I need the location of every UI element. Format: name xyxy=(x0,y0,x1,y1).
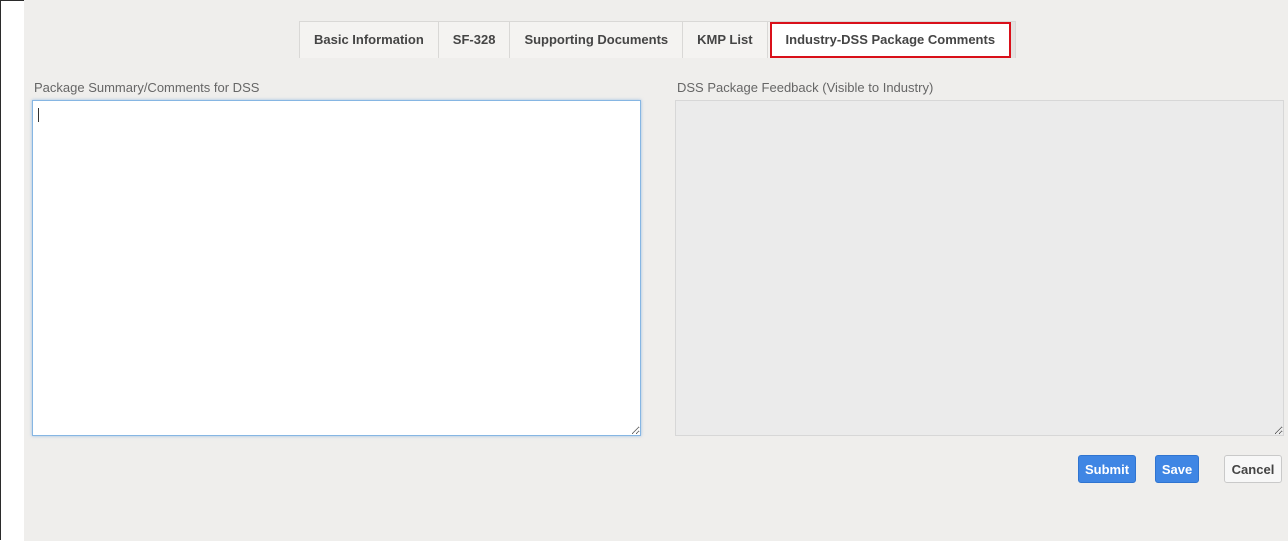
tab-sf-328[interactable]: SF-328 xyxy=(439,22,511,58)
dss-feedback-textarea xyxy=(675,100,1284,436)
dss-feedback-label: DSS Package Feedback (Visible to Industr… xyxy=(677,80,934,95)
save-button[interactable]: Save xyxy=(1155,455,1199,483)
text-cursor xyxy=(38,108,39,122)
package-summary-label: Package Summary/Comments for DSS xyxy=(34,80,260,95)
cancel-button[interactable]: Cancel xyxy=(1224,455,1282,483)
tab-supporting-documents[interactable]: Supporting Documents xyxy=(510,22,684,58)
package-summary-textarea[interactable] xyxy=(32,100,641,436)
tab-industry-dss-package-comments[interactable]: Industry-DSS Package Comments xyxy=(769,22,1012,58)
tab-kmp-list[interactable]: KMP List xyxy=(683,22,768,58)
tab-basic-information[interactable]: Basic Information xyxy=(300,22,439,58)
tab-bar: Basic Information SF-328 Supporting Docu… xyxy=(299,21,1017,58)
tab-bar-end-divider xyxy=(1011,22,1016,58)
submit-button[interactable]: Submit xyxy=(1078,455,1136,483)
